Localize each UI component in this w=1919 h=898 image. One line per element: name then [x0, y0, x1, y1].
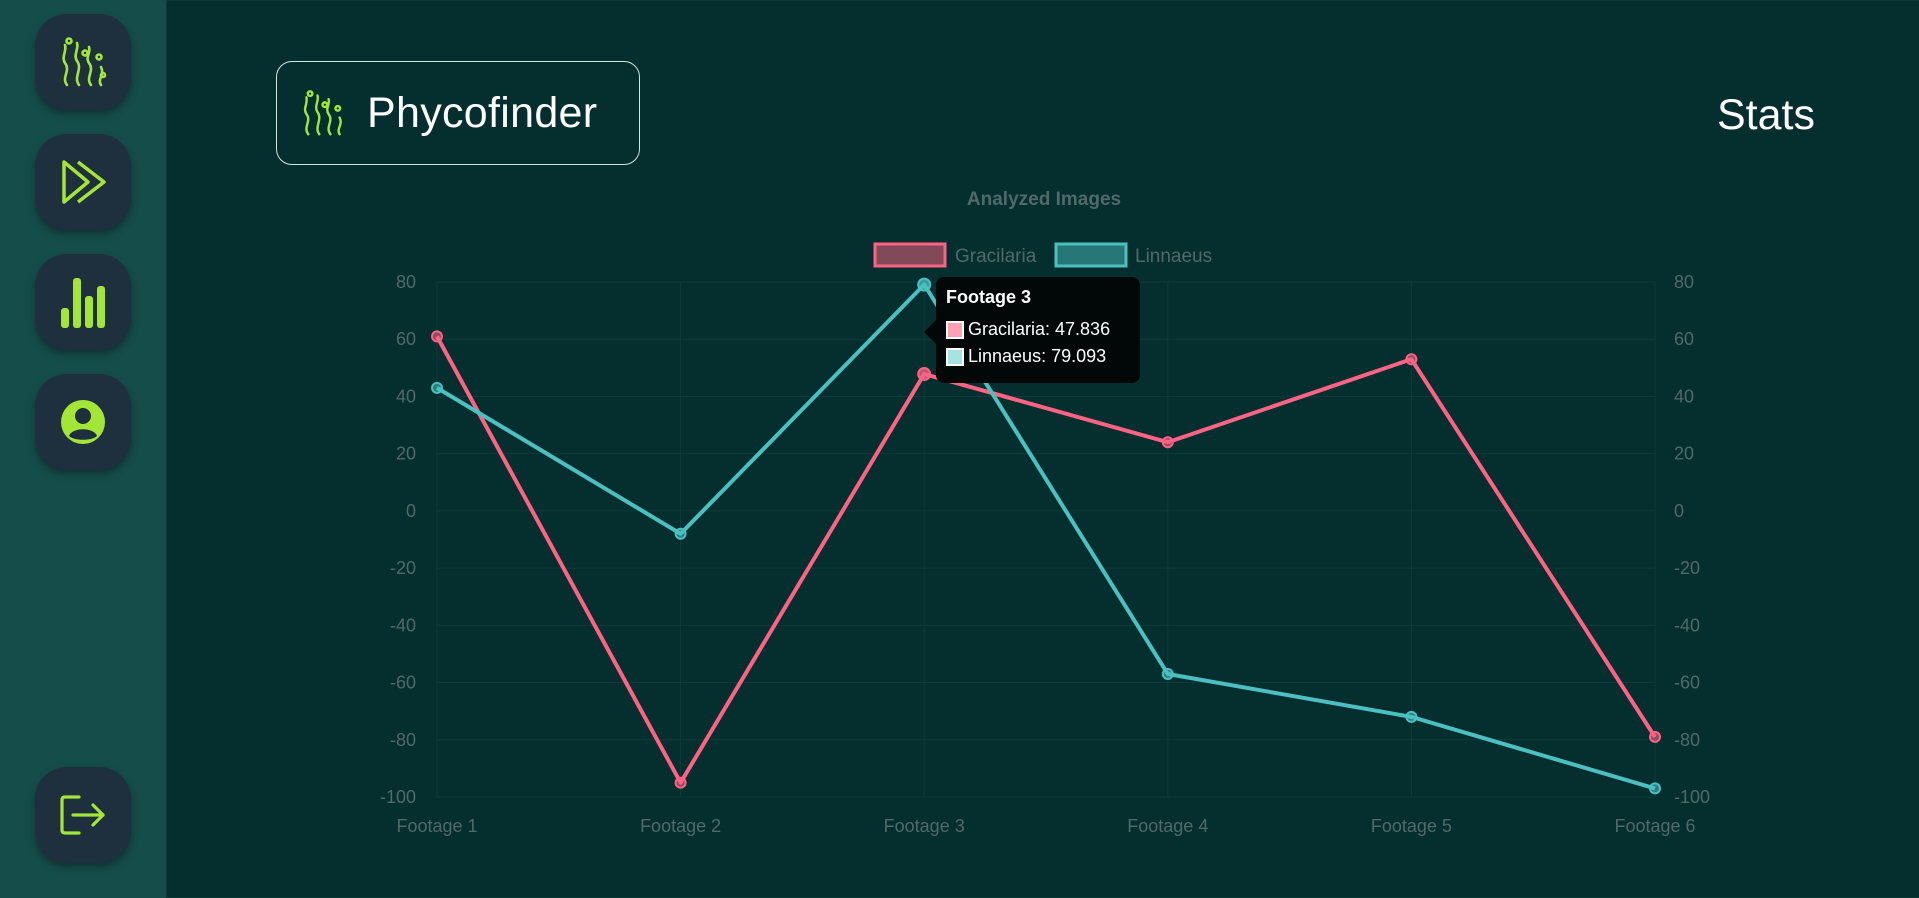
data-point-gracilaria — [431, 330, 443, 343]
data-point-linnaeus — [917, 277, 932, 292]
x-tick-label: Footage 6 — [1614, 816, 1695, 836]
y-tick-label-right: 80 — [1674, 272, 1694, 292]
x-tick-label: Footage 5 — [1371, 816, 1452, 836]
y-tick-label-right: -100 — [1674, 787, 1710, 807]
chart-legend: Gracilaria Linnaeus — [873, 242, 1212, 268]
x-tick-label: Footage 2 — [640, 816, 721, 836]
y-tick-label-left: 60 — [396, 329, 416, 349]
chart-title: Analyzed Images — [967, 189, 1121, 210]
chart-tooltip: Footage 3 Gracilaria: 47.836 Linnaeus: 7… — [924, 277, 1140, 383]
data-point-gracilaria — [1649, 730, 1661, 743]
data-point-linnaeus — [674, 527, 687, 540]
y-tick-label-right: -20 — [1674, 558, 1700, 578]
data-point-gracilaria — [1161, 436, 1174, 449]
x-tick-label: Footage 4 — [1127, 816, 1208, 836]
series-line-gracilaria — [435, 335, 1657, 785]
y-tick-label-right: -40 — [1674, 615, 1700, 635]
y-tick-label-right: 0 — [1674, 501, 1684, 521]
data-point-gracilaria — [674, 776, 687, 789]
data-point-linnaeus — [1405, 710, 1418, 723]
legend-label-gracilaria: Gracilaria — [955, 246, 1037, 267]
y-tick-label-right: -60 — [1674, 673, 1700, 693]
y-tick-label-left: -100 — [380, 787, 416, 807]
tooltip-label: Gracilaria: 47.836 — [968, 319, 1111, 339]
tooltip-swatch — [946, 347, 964, 366]
data-point-linnaeus — [1161, 667, 1174, 680]
y-tick-label-right: -80 — [1674, 730, 1700, 750]
tooltip-row-gracilaria: Gracilaria: 47.836 — [946, 316, 1130, 343]
y-tick-label-right: 20 — [1674, 444, 1694, 464]
tooltip-swatch — [946, 320, 964, 339]
data-point-linnaeus — [1649, 782, 1661, 795]
y-tick-label-left: -20 — [390, 558, 416, 578]
app-root: Phycofinder Stats Analyzed Images 80 80 60… — [0, 0, 1919, 898]
x-tick-label: Footage 3 — [884, 816, 965, 836]
y-tick-label-left: 20 — [396, 444, 416, 464]
y-tick-label-right: 40 — [1674, 386, 1694, 406]
y-tick-label-left: -60 — [390, 673, 416, 693]
y-tick-label-left: 0 — [406, 501, 416, 521]
legend-swatch-gracilaria — [873, 242, 947, 268]
data-point-gracilaria — [917, 367, 932, 382]
y-tick-label-left: 80 — [396, 272, 416, 292]
y-tick-label-left: -80 — [390, 730, 416, 750]
legend-label-linnaeus: Linnaeus — [1135, 246, 1212, 267]
y-tick-label-left: 40 — [396, 386, 416, 406]
tooltip-title: Footage 3 — [946, 287, 1032, 307]
y-tick-label-right: 60 — [1674, 329, 1694, 349]
data-point-gracilaria — [1405, 353, 1418, 366]
tooltip-row-linnaeus: Linnaeus: 79.093 — [946, 343, 1130, 370]
x-tick-label: Footage 1 — [396, 816, 477, 836]
legend-swatch-linnaeus — [1054, 242, 1128, 268]
data-point-linnaeus — [431, 381, 443, 394]
line-chart: Analyzed Images 80 80 60 60 40 40 20 20 0 0 -20 -20… — [380, 189, 1710, 836]
y-tick-label-left: -40 — [390, 615, 416, 635]
tooltip-label: Linnaeus: 79.093 — [968, 346, 1107, 366]
